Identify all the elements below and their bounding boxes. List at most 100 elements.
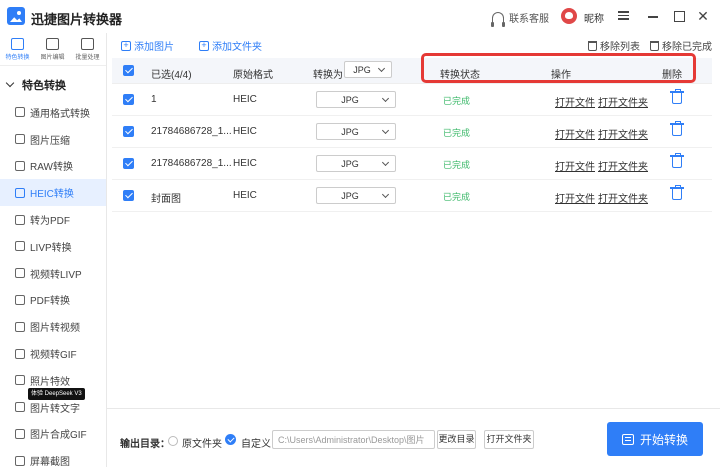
mode-nav: 特色转换 图片编辑 批量处理 [0, 33, 106, 66]
select-value: JPG [341, 94, 359, 105]
output-dir-label: 输出目录： [120, 439, 170, 450]
sidebar-item[interactable]: 图片压缩 [0, 126, 106, 153]
item-icon [15, 160, 25, 171]
sidebar: 特色转换 通用格式转换 图片压缩 RAW转换 HEIC转换 转为PDF LIVP转换 视频转… [0, 70, 106, 467]
output-path-input[interactable] [272, 430, 435, 449]
sidebar-item[interactable]: 屏幕截图 [0, 447, 106, 467]
delete-icon[interactable] [670, 121, 684, 136]
open-file-link[interactable]: 打开文件 [555, 126, 595, 141]
open-folder-link[interactable]: 打开文件夹 [598, 126, 648, 141]
radio-custom-folder[interactable] [225, 434, 236, 445]
category-label: 特色转换 [22, 79, 66, 92]
add-folder-button[interactable]: + 添加文件夹 [199, 38, 262, 53]
open-file-link[interactable]: 打开文件 [555, 190, 595, 205]
item-icon [15, 268, 25, 279]
chevron-down-icon [381, 190, 390, 198]
sidebar-item[interactable]: LIVP转换 [0, 233, 106, 260]
tab-special-convert[interactable]: 特色转换 [0, 33, 35, 65]
open-folder-link[interactable]: 打开文件夹 [598, 190, 648, 205]
title-bar: 迅捷图片转换器 联系客服 昵称 ✕ [0, 0, 720, 33]
row-checkbox[interactable] [123, 158, 134, 169]
select-value: JPG [341, 190, 359, 201]
item-icon [15, 348, 25, 359]
radio-original-folder[interactable] [168, 436, 178, 446]
sidebar-item-label: HEIC转换 [30, 189, 74, 201]
header-orig-format: 原始格式 [233, 70, 273, 81]
radio-original-label[interactable]: 原文件夹 [182, 435, 222, 450]
sidebar-item-label: 视频转LIVP [30, 269, 82, 281]
add-image-label: 添加图片 [134, 42, 174, 53]
delete-icon[interactable] [670, 185, 684, 200]
delete-icon[interactable] [670, 89, 684, 104]
sidebar-item[interactable]: 通用格式转换 [0, 99, 106, 126]
minimize-icon[interactable] [646, 9, 660, 23]
open-folder-link[interactable]: 打开文件夹 [598, 94, 648, 109]
sidebar-item[interactable]: PDF转换 [0, 287, 106, 314]
header-selected: 已选(4/4) [151, 70, 192, 81]
target-format-select[interactable]: JPG [316, 123, 396, 140]
change-dir-button[interactable]: 更改目录 [437, 430, 476, 449]
sidebar-item[interactable]: 视频转GIF [0, 340, 106, 367]
delete-icon[interactable] [670, 153, 684, 168]
sidebar-item-label: 照片特效 [30, 376, 70, 388]
target-format-select[interactable]: JPG [316, 187, 396, 204]
status-badge: 已完成 [443, 128, 471, 138]
sidebar-item-label: RAW转换 [30, 162, 73, 174]
item-icon [15, 134, 25, 145]
convert-to-all-select[interactable]: JPG [344, 61, 392, 78]
add-image-icon: + [121, 40, 131, 51]
start-convert-label: 开始转换 [639, 432, 688, 447]
open-file-link[interactable]: 打开文件 [555, 158, 595, 173]
sidebar-item[interactable]: 图片合成GIF [0, 421, 106, 448]
header-convert-to: 转换为 [313, 70, 343, 81]
start-convert-button[interactable]: 开始转换 [607, 422, 703, 456]
orig-format: HEIC [233, 94, 257, 105]
row-checkbox[interactable] [123, 190, 134, 201]
support-label: 联系客服 [509, 14, 549, 25]
file-name: 21784686728_1... [151, 158, 232, 169]
select-value: JPG [353, 64, 371, 75]
open-output-folder-button[interactable]: 打开文件夹 [484, 430, 534, 449]
target-format-select[interactable]: JPG [316, 91, 396, 108]
sidebar-item[interactable]: 视频转LIVP [0, 260, 106, 287]
radio-custom-label[interactable]: 自定义 [241, 435, 271, 450]
convert-icon [621, 433, 634, 445]
sidebar-item[interactable]: 转为PDF [0, 206, 106, 233]
item-icon [15, 107, 25, 118]
menu-icon[interactable] [616, 9, 630, 23]
chevron-down-icon [5, 78, 15, 88]
app-title: 迅捷图片转换器 [31, 12, 123, 27]
remove-list-label: 移除列表 [600, 42, 640, 53]
row-checkbox[interactable] [123, 126, 134, 137]
add-folder-icon: + [199, 40, 209, 51]
nickname[interactable]: 昵称 [584, 10, 604, 25]
status-badge: 已完成 [443, 160, 471, 170]
remove-done-button[interactable]: 移除已完成 [650, 38, 712, 53]
sidebar-item[interactable]: HEIC转换 [0, 179, 106, 207]
tab-image-edit[interactable]: 图片编辑 [35, 33, 70, 65]
item-icon [15, 428, 25, 439]
remove-list-button[interactable]: 移除列表 [588, 38, 640, 53]
sidebar-category[interactable]: 特色转换 [0, 70, 106, 99]
batch-icon [81, 38, 94, 50]
target-format-select[interactable]: JPG [316, 155, 396, 172]
maximize-icon[interactable] [672, 9, 686, 23]
add-image-button[interactable]: + 添加图片 [121, 38, 174, 53]
close-icon[interactable]: ✕ [696, 9, 710, 23]
sidebar-item[interactable]: RAW转换 [0, 153, 106, 180]
support-link[interactable]: 联系客服 [491, 10, 549, 27]
open-folder-link[interactable]: 打开文件夹 [598, 158, 648, 173]
item-icon [15, 294, 25, 305]
avatar[interactable] [561, 8, 577, 24]
trash-icon [588, 40, 597, 51]
status-badge: 已完成 [443, 192, 471, 202]
item-icon [15, 402, 25, 413]
file-name: 1 [151, 94, 157, 105]
select-value: JPG [341, 158, 359, 169]
tab-batch[interactable]: 批量处理 [70, 33, 105, 65]
deepseek-badge[interactable]: 体验 DeepSeek V3 [28, 388, 85, 400]
sidebar-item[interactable]: 图片转视频 [0, 313, 106, 340]
open-file-link[interactable]: 打开文件 [555, 94, 595, 109]
row-checkbox[interactable] [123, 94, 134, 105]
select-all-checkbox[interactable] [123, 65, 134, 76]
